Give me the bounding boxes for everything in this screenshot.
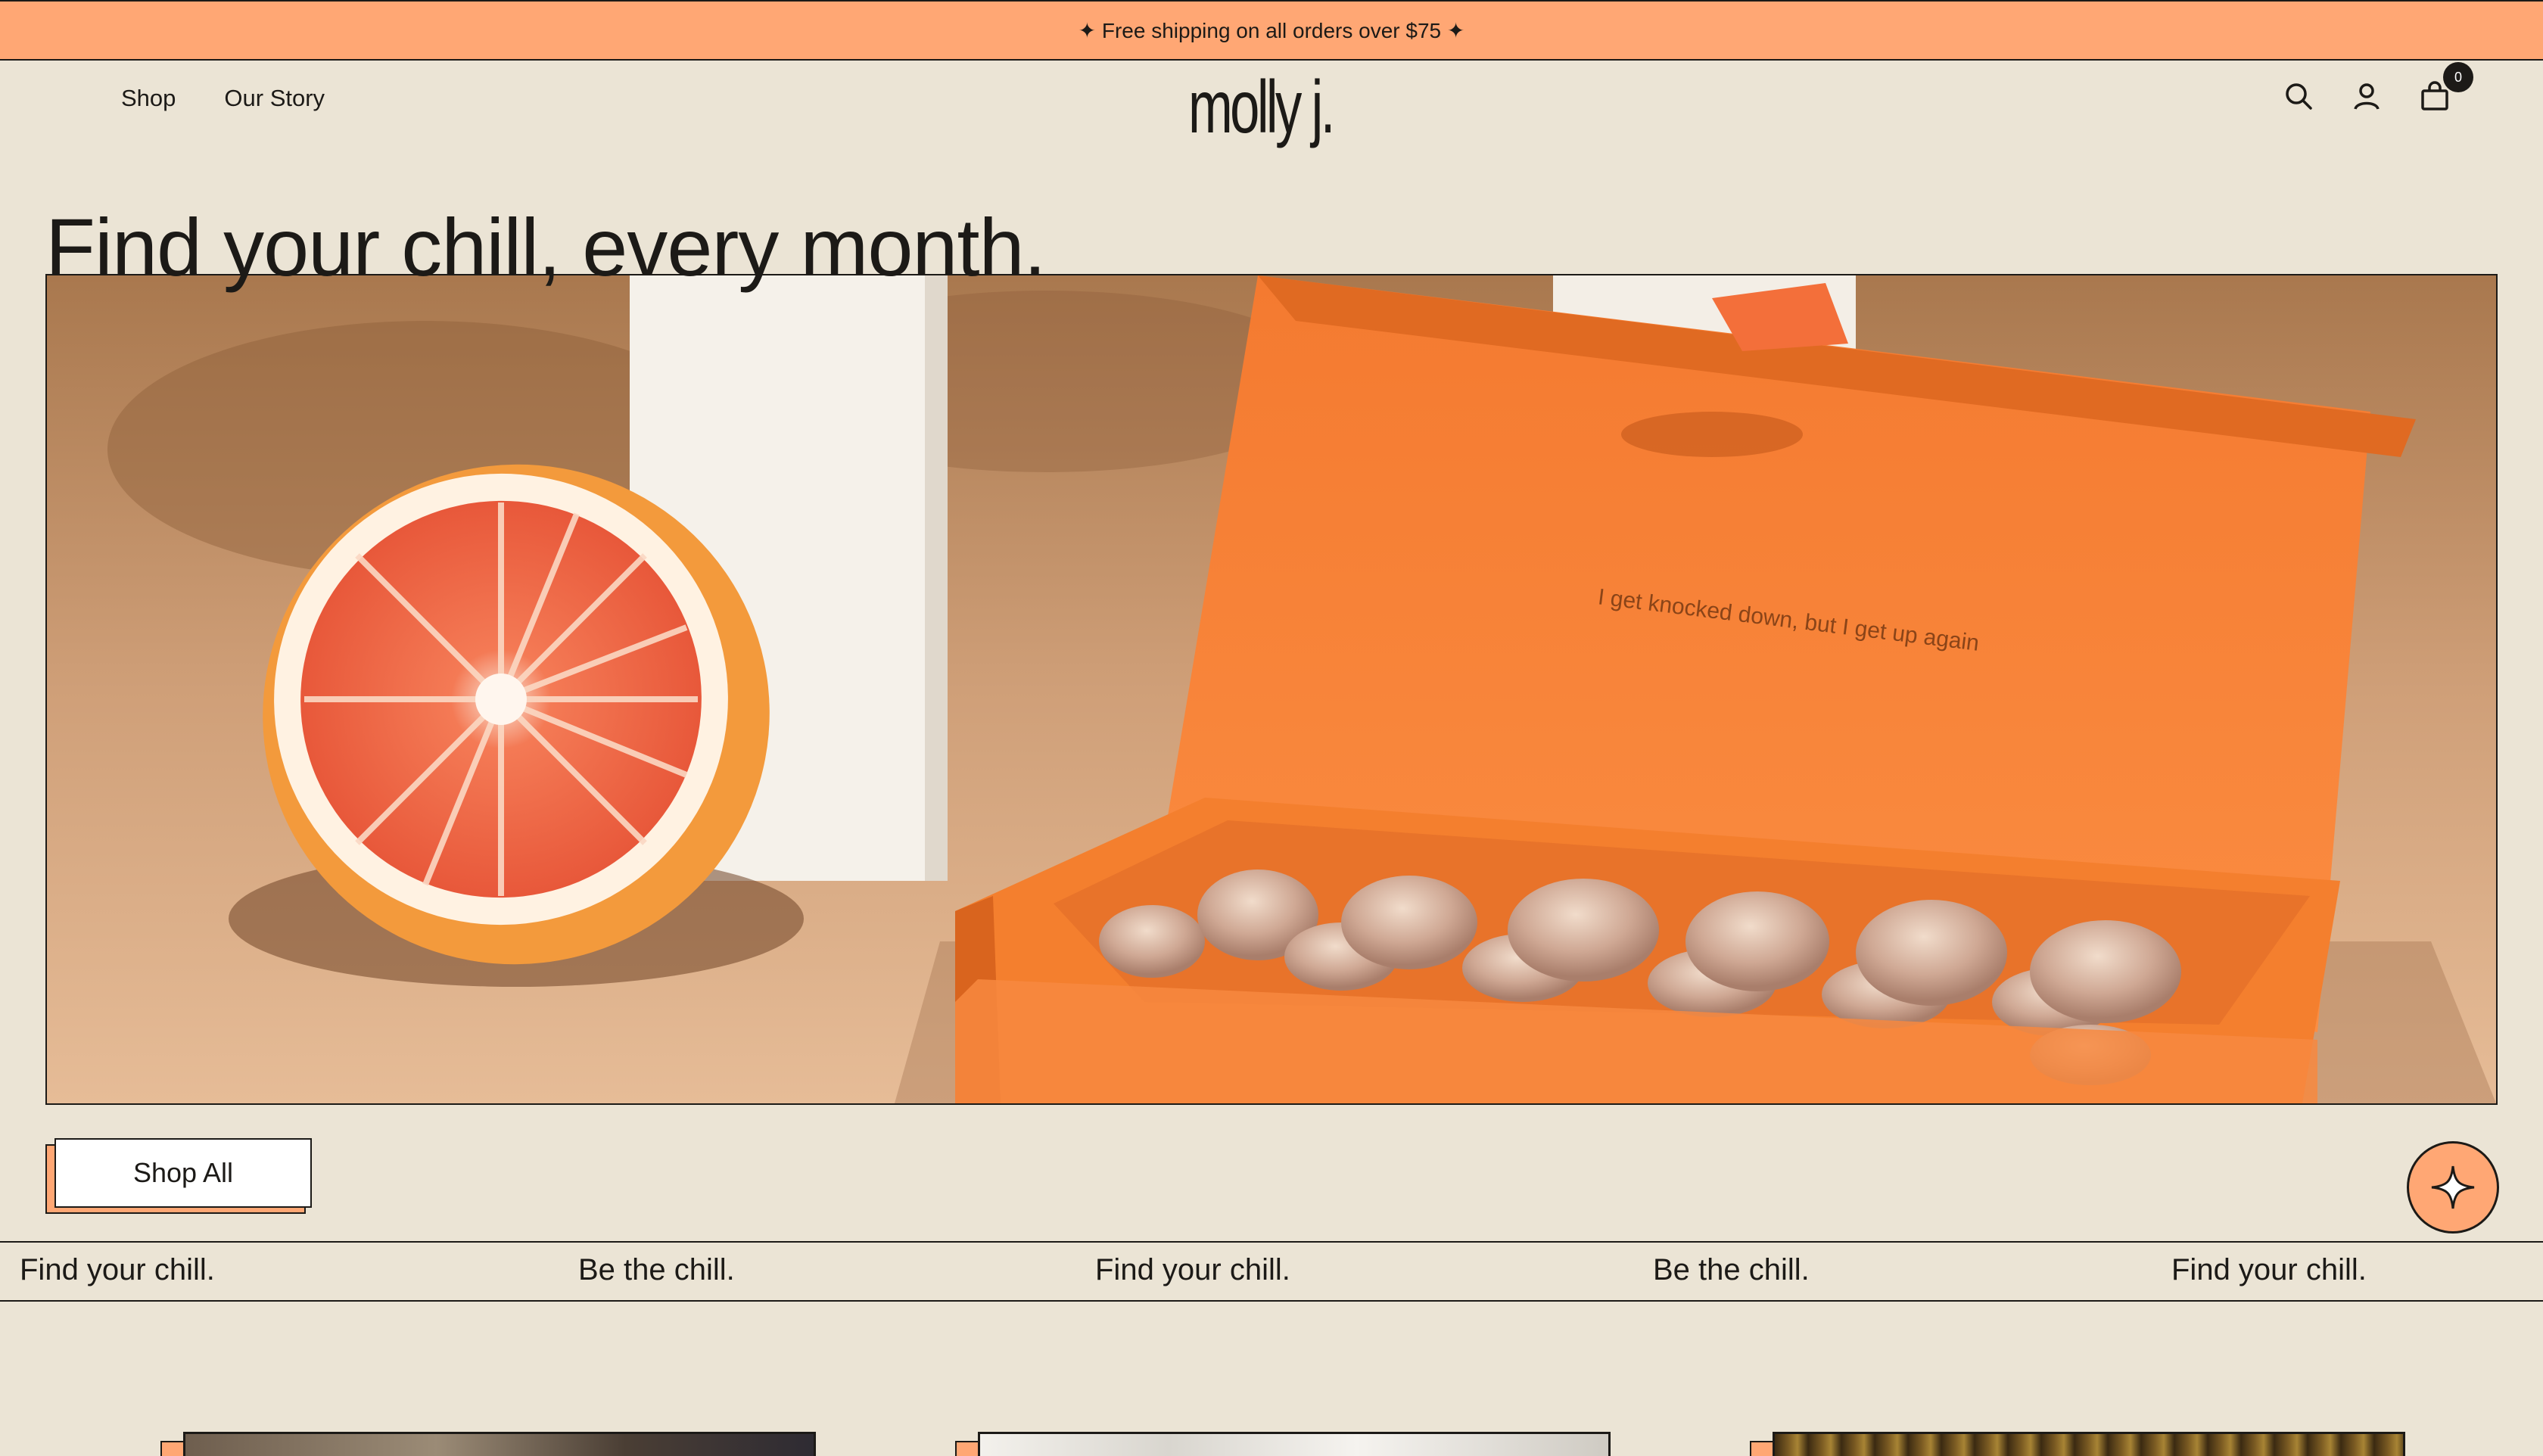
nav-our-story[interactable]: Our Story xyxy=(224,85,325,112)
marquee-band: Find your chill. Be the chill. Find your… xyxy=(0,1241,2543,1302)
product-card[interactable] xyxy=(160,1432,816,1456)
announcement-bar: ✦ Free shipping on all orders over $75 ✦ xyxy=(0,0,2543,61)
shop-all-button[interactable]: Shop All xyxy=(54,1138,312,1208)
announcement-text: ✦ Free shipping on all orders over $75 ✦ xyxy=(1078,18,1465,42)
search-button[interactable] xyxy=(2281,79,2316,114)
hero-title: Find your chill, every month. xyxy=(45,201,1047,293)
sparkle-icon xyxy=(2431,1165,2475,1209)
nav-shop[interactable]: Shop xyxy=(121,85,176,112)
search-icon xyxy=(2286,83,2312,110)
cart-count-badge: 0 xyxy=(2443,62,2473,92)
site-header: Shop Our Story molly j. 0 xyxy=(0,61,2543,182)
marquee-item: Find your chill. xyxy=(1095,1253,1290,1286)
marquee-item: Find your chill. xyxy=(2171,1253,2367,1286)
product-card-image xyxy=(978,1432,1611,1456)
product-card[interactable] xyxy=(1750,1432,2405,1456)
header-actions: 0 xyxy=(2281,62,2473,114)
hero-image: I get knocked down, but I get up again xyxy=(45,274,2498,1105)
account-icon xyxy=(2354,83,2380,110)
product-card-image xyxy=(1773,1432,2405,1456)
floating-chat-button[interactable] xyxy=(2407,1141,2499,1234)
marquee-item: Be the chill. xyxy=(578,1253,735,1286)
cart-button[interactable]: 0 xyxy=(2417,62,2473,114)
marquee-item: Find your chill. xyxy=(20,1253,215,1286)
site-logo[interactable]: molly j. xyxy=(1188,70,1335,144)
product-card[interactable] xyxy=(955,1432,1611,1456)
account-button[interactable] xyxy=(2349,79,2384,114)
marquee-item: Be the chill. xyxy=(1653,1253,1810,1286)
product-card-image xyxy=(183,1432,816,1456)
main-nav: Shop Our Story xyxy=(121,85,325,112)
